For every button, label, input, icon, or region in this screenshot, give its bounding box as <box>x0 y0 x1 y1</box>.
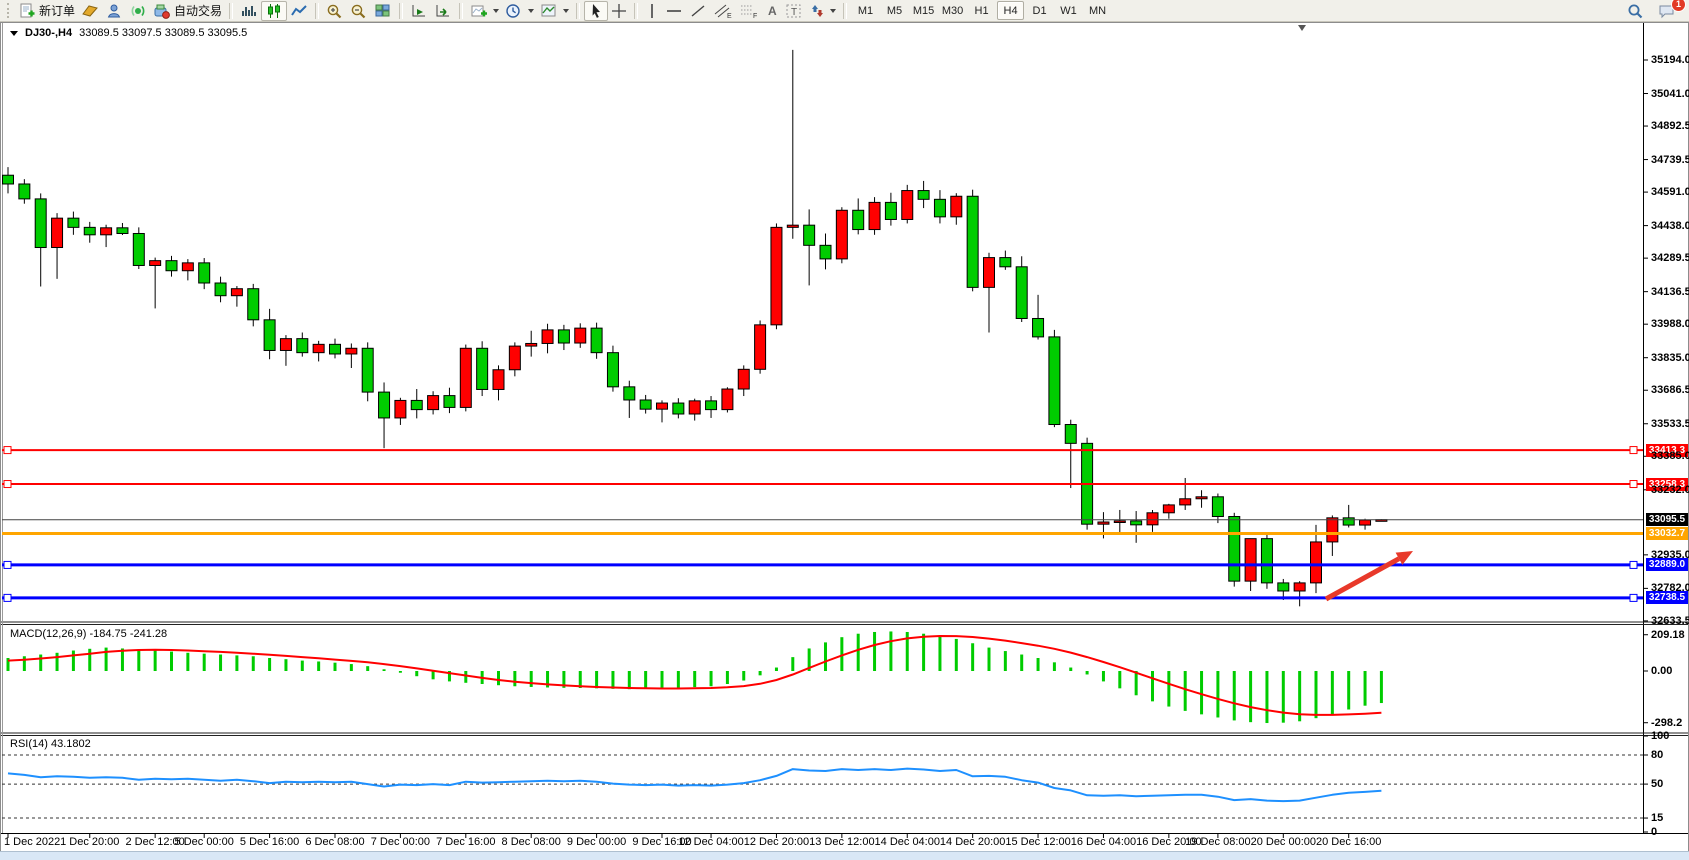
bar-chart-icon <box>240 3 258 19</box>
line-chart-icon <box>290 3 308 19</box>
cursor-icon <box>588 3 604 19</box>
new-order-label: 新订单 <box>39 2 75 19</box>
zoom-out-button[interactable] <box>347 1 371 21</box>
timeframe-m1[interactable]: M1 <box>852 1 879 20</box>
timeframe-h1[interactable]: H1 <box>968 1 995 20</box>
toolbar-separator <box>315 3 319 19</box>
vertical-line-icon <box>645 3 659 19</box>
community-button[interactable] <box>102 1 126 21</box>
trendline-tool[interactable] <box>686 1 710 21</box>
dropdown-caret-icon <box>528 9 534 13</box>
arrows-icon <box>809 3 825 19</box>
chart-shift-button[interactable] <box>431 1 455 21</box>
toolbar-separator <box>634 3 638 19</box>
horizontal-line-tool[interactable] <box>662 1 686 21</box>
main-toolbar: 新订单 自动交易 <box>0 0 1689 22</box>
crosshair-icon <box>611 3 627 19</box>
svg-text:E: E <box>727 13 732 19</box>
crosshair-button[interactable] <box>608 1 630 21</box>
tile-windows-icon <box>374 3 392 19</box>
toolbar-separator <box>229 3 233 19</box>
signal-icon <box>129 3 147 19</box>
timeframe-d1[interactable]: D1 <box>1026 1 1053 20</box>
auto-trading-button[interactable]: 自动交易 <box>150 1 225 21</box>
timeframe-h4[interactable]: H4 <box>997 1 1024 20</box>
chart-line-button[interactable] <box>287 1 311 21</box>
zoom-out-icon <box>350 3 368 19</box>
signals-button[interactable] <box>126 1 150 21</box>
timeframe-group: M1M5M15M30H1H4D1W1MN <box>851 1 1112 20</box>
toolbar-separator <box>459 3 463 19</box>
horizontal-line-icon <box>665 3 683 19</box>
auto-scroll-button[interactable] <box>407 1 431 21</box>
search-button[interactable] <box>1624 1 1647 21</box>
dropdown-caret-icon <box>830 9 836 13</box>
toolbar-separator <box>576 3 580 19</box>
dropdown-caret-icon <box>493 9 499 13</box>
fibonacci-tool[interactable]: F <box>736 1 762 21</box>
cursor-button[interactable] <box>584 1 608 21</box>
toolbar-separator <box>843 3 847 19</box>
gold-rhombus-icon <box>81 3 99 19</box>
auto-trading-label: 自动交易 <box>174 2 222 19</box>
auto-trading-icon <box>153 3 171 19</box>
tile-windows-button[interactable] <box>371 1 395 21</box>
chat-button[interactable]: 1 <box>1655 1 1679 21</box>
auto-scroll-icon <box>410 3 428 19</box>
trendline-icon <box>689 3 707 19</box>
zoom-in-button[interactable] <box>323 1 347 21</box>
channel-tool[interactable]: E <box>710 1 736 21</box>
clock-icon <box>505 3 523 19</box>
svg-text:F: F <box>753 13 757 19</box>
chart-window[interactable] <box>0 22 1689 859</box>
toolbar-right-group: 1 <box>1624 1 1685 21</box>
timeframe-mn[interactable]: MN <box>1084 1 1111 20</box>
text-icon: A <box>765 3 779 19</box>
equidistant-channel-icon: E <box>713 3 733 19</box>
text-label-icon: T <box>785 3 803 19</box>
template-icon <box>540 3 558 19</box>
arrows-tool[interactable] <box>806 1 839 21</box>
chat-badge: 1 <box>1671 0 1686 12</box>
indicators-button[interactable] <box>467 1 502 21</box>
templates-button[interactable] <box>537 1 572 21</box>
text-tool[interactable]: A <box>762 1 782 21</box>
timeframe-w1[interactable]: W1 <box>1055 1 1082 20</box>
add-indicator-icon <box>470 3 488 19</box>
new-order-button[interactable]: 新订单 <box>15 1 78 21</box>
toolbar-separator <box>399 3 403 19</box>
zoom-in-icon <box>326 3 344 19</box>
dropdown-caret-icon <box>563 9 569 13</box>
timeframe-m15[interactable]: M15 <box>910 1 937 20</box>
periods-button[interactable] <box>502 1 537 21</box>
chart-bars-button[interactable] <box>237 1 261 21</box>
timeframe-m30[interactable]: M30 <box>939 1 966 20</box>
candlestick-chart-icon <box>265 3 283 19</box>
objects-button[interactable] <box>78 1 102 21</box>
search-icon <box>1627 3 1644 19</box>
svg-text:A: A <box>768 4 777 18</box>
timeframe-m5[interactable]: M5 <box>881 1 908 20</box>
fibonacci-icon: F <box>739 3 759 19</box>
chart-candles-button[interactable] <box>261 1 287 21</box>
chart-shift-icon <box>434 3 452 19</box>
svg-text:T: T <box>791 7 797 18</box>
person-icon <box>105 3 123 19</box>
new-order-icon <box>18 3 36 19</box>
vertical-line-tool[interactable] <box>642 1 662 21</box>
toolbar-grip[interactable] <box>7 3 12 18</box>
label-tool[interactable]: T <box>782 1 806 21</box>
